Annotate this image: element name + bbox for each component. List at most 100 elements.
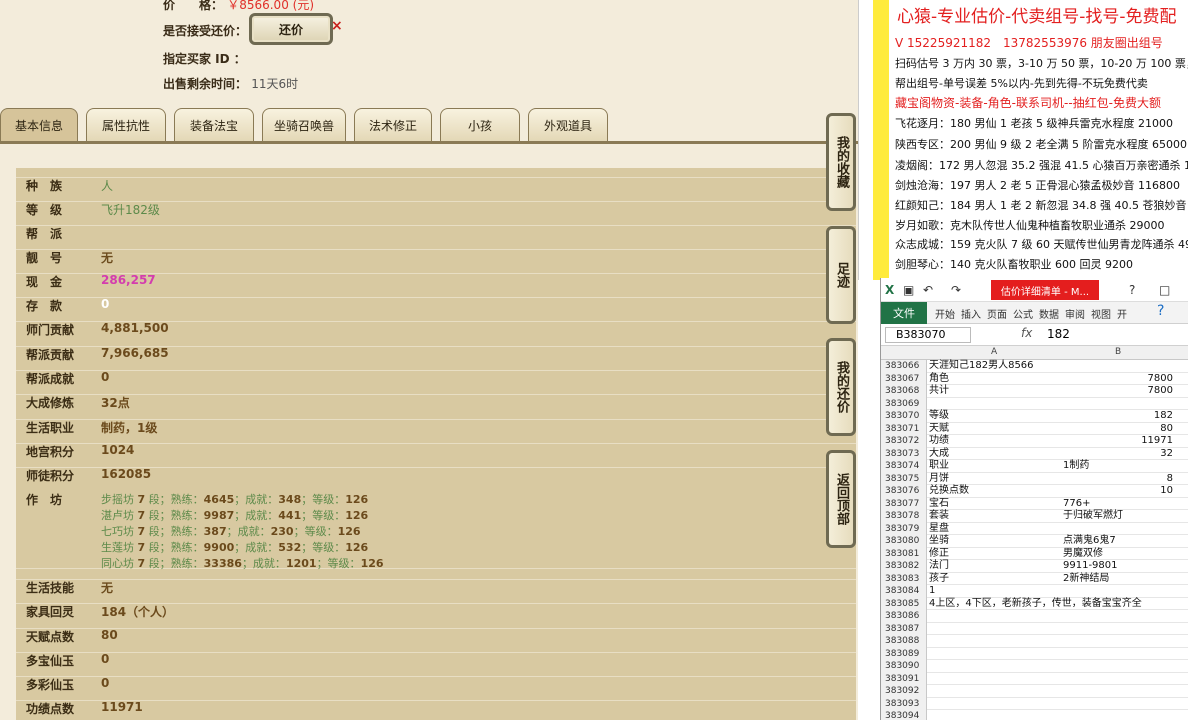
cell-b[interactable]: 9911-9801 — [1063, 560, 1188, 572]
sheet-row[interactable]: 383069 — [881, 397, 1188, 410]
sheet-row[interactable]: 383093 — [881, 697, 1188, 710]
sheet-row[interactable]: 383087 — [881, 622, 1188, 635]
undo-icon[interactable]: ↶ — [923, 283, 933, 297]
row-number[interactable]: 383075 — [881, 472, 927, 485]
row-number[interactable]: 383093 — [881, 697, 927, 710]
row-number[interactable]: 383073 — [881, 447, 927, 460]
tab-children[interactable]: 小孩 — [440, 108, 520, 142]
sheet-row[interactable]: 383071 天赋 80 — [881, 422, 1188, 435]
restore-icon[interactable]: □ — [1159, 283, 1170, 297]
row-number[interactable]: 383078 — [881, 510, 927, 523]
cell-a[interactable]: 坐骑 — [929, 535, 1061, 547]
row-number[interactable]: 383087 — [881, 622, 927, 635]
my-counter-offers-button[interactable]: 我的还价 — [826, 338, 856, 436]
tab-basic-info[interactable]: 基本信息 — [0, 108, 78, 142]
ribbon-tab-view[interactable]: 视图 — [1091, 306, 1111, 321]
row-number[interactable]: 383084 — [881, 585, 927, 598]
cell-b[interactable]: 于归破军燃灯 — [1063, 510, 1188, 522]
cell-b[interactable]: 2新神结局 — [1063, 573, 1188, 585]
row-number[interactable]: 383083 — [881, 572, 927, 585]
tab-attributes[interactable]: 属性抗性 — [86, 108, 166, 142]
sheet-row[interactable]: 383082 法门 9911-9801 — [881, 560, 1188, 573]
cell-a[interactable]: 4上区，4下区，老新孩子，传世，装备宝宝齐全 — [929, 598, 1142, 610]
column-a-header[interactable]: A — [991, 347, 997, 357]
row-number[interactable]: 383069 — [881, 397, 927, 410]
row-number[interactable]: 383094 — [881, 710, 927, 720]
save-icon[interactable]: ▣ — [903, 283, 914, 297]
ribbon-tab-data[interactable]: 数据 — [1039, 306, 1059, 321]
sheet-row[interactable]: 383090 — [881, 660, 1188, 673]
close-icon[interactable]: × — [331, 18, 343, 34]
cell-b[interactable]: 182 — [1063, 410, 1188, 422]
counter-offer-button[interactable]: 还价 — [249, 13, 333, 45]
cell-a[interactable]: 星盘 — [929, 523, 1061, 535]
cell-a[interactable]: 共计 — [929, 385, 1061, 397]
sheet-row[interactable]: 383084 1 — [881, 585, 1188, 598]
sheet-row[interactable]: 383086 — [881, 610, 1188, 623]
row-number[interactable]: 383066 — [881, 360, 927, 373]
sheet-row[interactable]: 383067 角色 7800 — [881, 372, 1188, 385]
cell-b[interactable]: 11971 — [1063, 435, 1188, 447]
cell-b[interactable]: 776+ — [1063, 498, 1188, 510]
ribbon-tab-review[interactable]: 审阅 — [1065, 306, 1085, 321]
sheet-row[interactable]: 383077 宝石 776+ — [881, 497, 1188, 510]
sheet-row[interactable]: 383092 — [881, 685, 1188, 698]
help-circle-icon[interactable]: ? — [1157, 303, 1164, 319]
sheet-row[interactable]: 383081 修正 男魔双修 — [881, 547, 1188, 560]
sheet-row[interactable]: 383089 — [881, 647, 1188, 660]
cell-a[interactable]: 月饼 — [929, 473, 1061, 485]
cell-b[interactable]: 1制药 — [1063, 460, 1188, 472]
sheet-row[interactable]: 383075 月饼 8 — [881, 472, 1188, 485]
row-number[interactable]: 383088 — [881, 635, 927, 648]
cell-a[interactable]: 功绩 — [929, 435, 1061, 447]
sheet-row[interactable]: 383080 坐骑 点满鬼6鬼7 — [881, 535, 1188, 548]
footprints-button[interactable]: 足迹 — [826, 226, 856, 324]
cell-a[interactable]: 大成 — [929, 448, 1061, 460]
formula-value[interactable]: 182 — [1047, 327, 1070, 341]
cell-a[interactable]: 职业 — [929, 460, 1061, 472]
cell-a[interactable]: 1 — [929, 585, 1061, 597]
cell-a[interactable]: 宝石 — [929, 498, 1061, 510]
cell-b[interactable]: 8 — [1063, 473, 1188, 485]
cell-a[interactable]: 等级 — [929, 410, 1061, 422]
row-number[interactable]: 383074 — [881, 460, 927, 473]
row-number[interactable]: 383081 — [881, 547, 927, 560]
sheet-row[interactable]: 383072 功绩 11971 — [881, 435, 1188, 448]
sheet-row[interactable]: 383078 套装 于归破军燃灯 — [881, 510, 1188, 523]
row-number[interactable]: 383072 — [881, 435, 927, 448]
row-number[interactable]: 383089 — [881, 647, 927, 660]
sheet-row[interactable]: 383085 4上区，4下区，老新孩子，传世，装备宝宝齐全 — [881, 597, 1188, 610]
ribbon-tab-page[interactable]: 页面 — [987, 306, 1007, 321]
sheet-row[interactable]: 383083 孩子 2新神结局 — [881, 572, 1188, 585]
sheet-row[interactable]: 383066 天涯知己182男人8566 — [881, 360, 1188, 373]
tab-spell-mods[interactable]: 法术修正 — [354, 108, 432, 142]
row-number[interactable]: 383079 — [881, 522, 927, 535]
my-favorites-button[interactable]: 我的收藏 — [826, 113, 856, 211]
ribbon-tab-home[interactable]: 开始 — [935, 306, 955, 321]
name-box[interactable]: B383070 — [885, 327, 971, 343]
sheet-row[interactable]: 383091 — [881, 672, 1188, 685]
column-b-header[interactable]: B — [1115, 347, 1121, 357]
cell-b[interactable]: 男魔双修 — [1063, 548, 1188, 560]
row-number[interactable]: 383085 — [881, 597, 927, 610]
sheet-row[interactable]: 383094 — [881, 710, 1188, 720]
tab-mounts-pets[interactable]: 坐骑召唤兽 — [262, 108, 346, 142]
row-number[interactable]: 383082 — [881, 560, 927, 573]
sheet-row[interactable]: 383079 星盘 — [881, 522, 1188, 535]
row-number[interactable]: 383077 — [881, 497, 927, 510]
cell-a[interactable]: 孩子 — [929, 573, 1061, 585]
cell-a[interactable]: 法门 — [929, 560, 1061, 572]
sheet-row[interactable]: 383073 大成 32 — [881, 447, 1188, 460]
tab-appearance[interactable]: 外观道具 — [528, 108, 608, 142]
row-number[interactable]: 383090 — [881, 660, 927, 673]
row-number[interactable]: 383091 — [881, 672, 927, 685]
cell-a[interactable]: 天赋 — [929, 423, 1061, 435]
sheet-row[interactable]: 383088 — [881, 635, 1188, 648]
row-number[interactable]: 383092 — [881, 685, 927, 698]
ribbon-tab-formula[interactable]: 公式 — [1013, 306, 1033, 321]
sheet-row[interactable]: 383074 职业 1制药 — [881, 460, 1188, 473]
sheet-row[interactable]: 383076 兑换点数 10 — [881, 485, 1188, 498]
cell-b[interactable]: 点满鬼6鬼7 — [1063, 535, 1188, 547]
cell-a[interactable]: 兑换点数 — [929, 485, 1061, 497]
cell-a[interactable]: 天涯知己182男人8566 — [929, 360, 1061, 372]
